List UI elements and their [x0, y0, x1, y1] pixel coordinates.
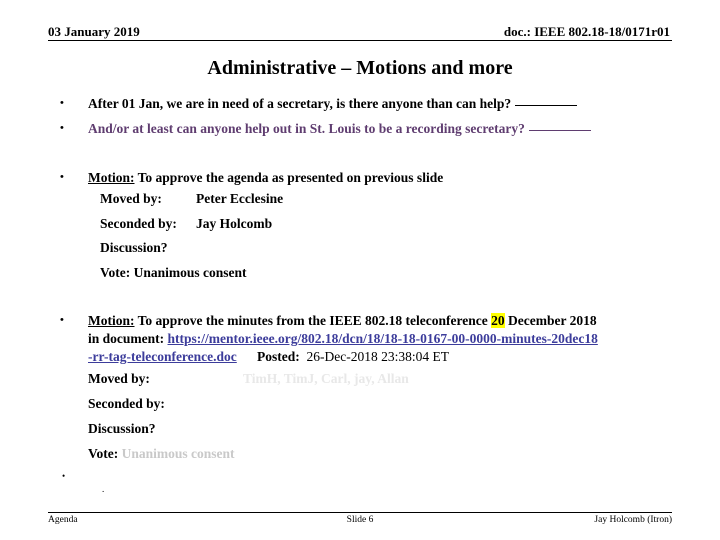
page-title: Administrative – Motions and more	[207, 57, 513, 79]
fill-in-blank-2[interactable]	[528, 130, 591, 131]
motion-1-seconded-by-value: Jay Holcomb	[196, 215, 273, 231]
trailing-bullet-2: .	[48, 483, 708, 496]
motion-1-label: Motion:	[88, 170, 135, 185]
bullet-secretary-need: • After 01 Jan, we are in need of a secr…	[48, 94, 708, 113]
motion-1-header-text: Motion: To approve the agenda as present…	[88, 168, 708, 187]
slide-canvas: { "header": { "date": "03 January 2019",…	[0, 0, 720, 540]
motion-1-vote-label: Vote:	[100, 264, 131, 280]
bullet-secretary-need-label: After 01 Jan, we are in need of a secret…	[88, 96, 512, 111]
bullet-recording-secretary-label: And/or at least can anyone help out in S…	[88, 121, 525, 136]
motion-2-header-text: Motion: To approve the minutes from the …	[88, 311, 708, 330]
motion-1-moved-by-row: Moved by: Peter Ecclesine	[48, 187, 708, 212]
bullet-icon: •	[60, 314, 64, 326]
motion-2-vote-label: Vote:	[88, 446, 119, 461]
motion-2-vote-row: Vote: Unanimous consent	[48, 441, 708, 466]
header-doc-id: doc.: IEEE 802.18-18/0171r01	[503, 24, 670, 39]
bullet-recording-secretary-text: And/or at least can anyone help out in S…	[88, 119, 708, 138]
motion-2-document-text-2: -rr-tag-teleconference.doc Posted: 26-De…	[88, 348, 708, 366]
motion-2-seconded-by-row: Seconded by:	[48, 391, 708, 416]
slide-body: • After 01 Jan, we are in need of a secr…	[48, 90, 708, 496]
motion-2-moved-by-label: Moved by:	[88, 371, 150, 386]
motion-1-seconded-by-row: Seconded by: Jay Holcomb	[48, 212, 708, 237]
motion-1: • Motion: To approve the agenda as prese…	[48, 168, 708, 285]
motion-2-moved-by-value: TimH, TimJ, Carl, jay, Allan	[243, 371, 409, 386]
slide-footer: Agenda Slide 6 Jay Holcomb (Itron)	[48, 512, 672, 526]
motion-2-document-url-line1[interactable]: https://mentor.ieee.org/802.18/dcn/18/18…	[168, 331, 598, 346]
footer-left-label: Agenda	[48, 515, 78, 525]
footer-slide-number: Slide 6	[346, 515, 374, 525]
header-divider	[48, 40, 672, 41]
footer-row: Agenda Slide 6 Jay Holcomb (Itron)	[48, 514, 672, 526]
motion-1-vote-row: Vote: Unanimous consent	[48, 261, 708, 286]
motion-2-in-document-label: in document:	[88, 331, 165, 346]
bullet-icon: •	[60, 97, 64, 109]
motion-2-document-text: in document: https://mentor.ieee.org/802…	[88, 330, 708, 348]
motion-2-posted-label: Posted:	[257, 349, 300, 364]
trailing-bullet-2-mark: .	[102, 484, 105, 494]
motion-2-vote-value: Unanimous consent	[121, 446, 235, 461]
motion-1-seconded-by-label: Seconded by:	[100, 215, 177, 231]
motion-1-moved-by-value: Peter Ecclesine	[196, 191, 284, 206]
motion-2-discussion-row: Discussion?	[48, 416, 708, 441]
motion-2-date-highlight: 20	[491, 313, 505, 328]
slide-header: 03 January 2019 doc.: IEEE 802.18-18/017…	[48, 24, 672, 46]
bullet-icon: •	[60, 122, 64, 134]
motion-2-document-url-line2[interactable]: -rr-tag-teleconference.doc	[88, 349, 237, 364]
motion-1-discussion-row: Discussion?	[48, 236, 708, 261]
header-row: 03 January 2019 doc.: IEEE 802.18-18/017…	[48, 24, 672, 39]
footer-author: Jay Holcomb (Itron)	[594, 515, 672, 525]
motion-1-header: • Motion: To approve the agenda as prese…	[48, 168, 708, 187]
header-date: 03 January 2019	[48, 24, 140, 39]
motion-2-label: Motion:	[88, 313, 135, 328]
motion-2-body-part2: December 2018	[508, 313, 597, 328]
motion-1-discussion-label: Discussion?	[100, 240, 168, 255]
bullet-secretary-need-text: After 01 Jan, we are in need of a secret…	[88, 94, 708, 113]
motion-2-moved-by-row: Moved by: TimH, TimJ, Carl, jay, Allan	[48, 366, 708, 391]
motion-1-vote-value: Unanimous consent	[133, 264, 247, 280]
motion-2: • Motion: To approve the minutes from th…	[48, 311, 708, 466]
motion-1-body: To approve the agenda as presented on pr…	[137, 170, 444, 185]
motion-2-document-row: in document: https://mentor.ieee.org/802…	[48, 330, 708, 348]
motion-2-body-part1: To approve the minutes from the IEEE 802…	[137, 313, 488, 328]
motion-2-posted-value: 26-Dec-2018 23:38:04 ET	[306, 349, 450, 364]
motion-1-moved-by-label: Moved by:	[100, 191, 162, 206]
motion-2-discussion-label: Discussion?	[88, 421, 156, 436]
motion-2-seconded-by-label: Seconded by:	[88, 396, 165, 411]
trailing-bullet-1-mark: •	[62, 471, 66, 481]
trailing-bullet-1: •	[48, 470, 708, 483]
footer-divider	[48, 512, 672, 513]
fill-in-blank-1[interactable]	[515, 105, 578, 106]
motion-2-document-row-2: -rr-tag-teleconference.doc Posted: 26-De…	[48, 348, 708, 366]
motion-2-header: • Motion: To approve the minutes from th…	[48, 311, 708, 330]
bullet-icon: •	[60, 171, 64, 183]
bullet-recording-secretary: • And/or at least can anyone help out in…	[48, 119, 708, 138]
